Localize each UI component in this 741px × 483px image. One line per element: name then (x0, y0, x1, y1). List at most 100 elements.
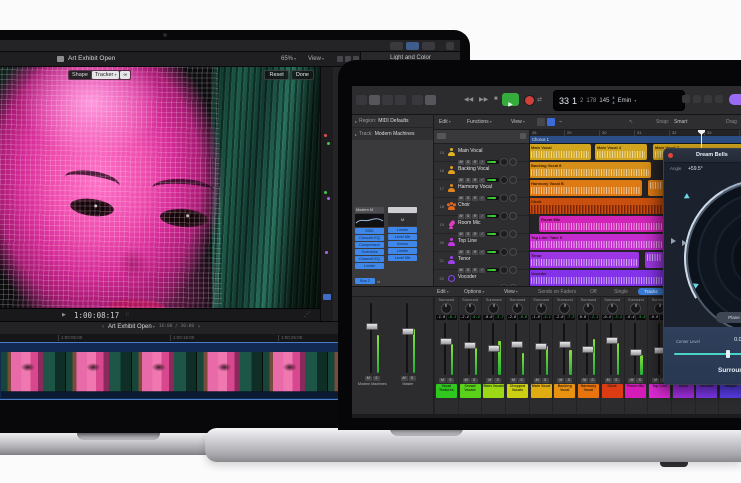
solo-button[interactable]: S (408, 376, 416, 381)
inspector-layout-icon[interactable] (422, 41, 435, 50)
plugin-slot[interactable]: Level Mtr (388, 255, 417, 261)
volume-fader[interactable] (602, 321, 622, 377)
mixer-channel[interactable]: MS Master (398, 300, 418, 386)
solo-button[interactable]: S (636, 378, 644, 383)
mixer-channel[interactable]: Surround 0.0 -2.1 MS Harmony Vocal (576, 297, 600, 414)
mute-button[interactable]: M (533, 378, 541, 383)
audio-region[interactable]: Harmony Vocal B (529, 179, 642, 196)
grid-tool-icon[interactable] (537, 118, 545, 126)
chevron-down-icon[interactable]: ▾ (634, 98, 636, 103)
mute-button[interactable]: M (628, 378, 636, 383)
forward-icon[interactable]: ▶▶ (479, 96, 488, 103)
pan-knob[interactable] (606, 303, 618, 314)
mixer-channel[interactable]: Surround -2.8 -8.8 MS Chopped Vocals (505, 297, 529, 414)
solo-button[interactable]: S (588, 378, 596, 383)
pan-knob[interactable] (488, 303, 500, 314)
timeline-layout-icon[interactable] (406, 41, 419, 50)
inspector-toggle-icon[interactable] (369, 95, 380, 105)
volume-fader[interactable] (484, 321, 504, 377)
stop-icon[interactable]: ■ (494, 96, 498, 102)
track-zoom-icon[interactable] (520, 133, 526, 140)
master-pill[interactable] (729, 94, 741, 105)
keyframe-dot-green[interactable] (324, 190, 327, 194)
mixer-channel[interactable]: Surround -6.4 -9.8 MS Room Mic (623, 297, 648, 414)
setting-box[interactable] (388, 207, 417, 213)
bus-send[interactable]: Bus 2 (355, 278, 375, 284)
plugin-slot[interactable]: Limiter (388, 248, 417, 254)
tracker-dropdown[interactable]: Tracker (91, 70, 120, 79)
mixer-channel[interactable]: Surround -1.8 -4.1 MS Main Vocal (528, 297, 553, 414)
pan-knob[interactable] (440, 303, 452, 314)
mixer-edit-menu[interactable]: Edit (437, 289, 449, 295)
audio-region[interactable]: Room Mic (539, 215, 664, 232)
solo-button[interactable]: S (541, 378, 549, 383)
mixer-channel[interactable]: Surround -0.8 -3.7 MS Main Vocals (481, 297, 505, 414)
audio-region[interactable]: Main Vocal 4 (595, 143, 647, 160)
pan-knob[interactable] (559, 303, 571, 314)
mixer-channel[interactable]: Surround -2.6 -7.2 MS Backing Vocal (552, 297, 576, 414)
plugin-window[interactable]: Dream Bells Angle +59.5° Diversity Plane… (663, 148, 741, 385)
zoom-level-dropdown[interactable]: 65% (281, 56, 296, 62)
mute-button[interactable]: M (400, 376, 408, 381)
mixer-channel[interactable]: Surround -2.4 -9.4 MS Crowd Vocals (457, 297, 482, 414)
browser-icon[interactable] (704, 95, 712, 103)
keyframe-dot-purple[interactable] (325, 250, 328, 254)
pan-knob[interactable] (500, 284, 508, 286)
lcd-display[interactable]: 33 1 2 178 145 44 Emin ▾ (553, 90, 685, 111)
audio-region[interactable]: Choir (529, 197, 664, 214)
mute-button[interactable]: M (509, 378, 517, 383)
solo-button[interactable]: S (565, 378, 573, 383)
close-icon[interactable] (668, 153, 673, 158)
shape-button[interactable]: Shape (69, 70, 91, 79)
slider-handle[interactable] (726, 350, 730, 358)
sends-off-value[interactable]: Off (590, 289, 597, 295)
plugin-slot[interactable]: MIDI (355, 228, 384, 234)
solo-button[interactable]: S (470, 378, 478, 383)
overlay-icon[interactable] (337, 56, 343, 63)
timeline-project-dropdown[interactable]: Art Exhibit Open (108, 324, 155, 330)
reset-button[interactable]: Reset (264, 69, 289, 80)
catch-playhead-icon[interactable] (547, 118, 555, 126)
expand-icon[interactable] (304, 311, 310, 318)
region-inspector-header[interactable]: ▸ Region: MIDI Defaults (352, 115, 433, 128)
plugin-slot[interactable]: Overdrive (355, 249, 384, 255)
note-pads-icon[interactable] (693, 95, 701, 103)
list-editors-icon[interactable] (682, 95, 690, 103)
mute-button[interactable]: M (604, 378, 612, 383)
audio-region[interactable]: Top Line: Take 5 (529, 233, 664, 250)
mute-box[interactable]: M (388, 214, 417, 226)
pointer-tool-icon[interactable]: ↖ (629, 119, 633, 125)
pan-knob[interactable] (535, 303, 547, 314)
keyframe-dot-purple[interactable] (327, 196, 330, 200)
plugin-slot[interactable]: Limiter (355, 263, 384, 269)
solo-button[interactable]: S (494, 378, 502, 383)
play-icon[interactable] (62, 312, 66, 318)
link-icon[interactable] (120, 70, 131, 79)
solo-button[interactable]: S (372, 376, 380, 381)
solo-button[interactable]: S (446, 378, 454, 383)
mixer-toggle-icon[interactable] (382, 95, 393, 105)
panel-toggle-icon[interactable] (323, 293, 331, 300)
record-button[interactable] (524, 95, 535, 106)
share-icon[interactable] (446, 41, 454, 50)
plugin-slot[interactable]: Level Mtr (388, 234, 417, 240)
keyframe-dot-red[interactable] (324, 133, 327, 137)
volume-fader[interactable] (436, 321, 456, 377)
mute-button[interactable]: M (557, 378, 565, 383)
pan-knob[interactable] (582, 303, 594, 314)
play-button[interactable] (502, 93, 519, 106)
browser-layout-icon[interactable] (390, 41, 403, 50)
functions-menu[interactable]: Functions (467, 119, 492, 125)
help-icon[interactable] (715, 95, 723, 103)
solo-button[interactable]: S (612, 378, 620, 383)
mute-button[interactable]: M (580, 378, 588, 383)
plugin-slot[interactable]: Console EQ (355, 235, 384, 241)
fcp-viewer[interactable]: Shape Tracker Reset Done (0, 66, 320, 308)
plane-button[interactable]: Plane (716, 312, 741, 323)
plugin-titlebar[interactable]: Dream Bells (664, 149, 741, 163)
mixer-channel[interactable]: Surround -0.4 -3.4 MS Choir (599, 297, 624, 414)
mixer-view-menu[interactable]: View (504, 289, 518, 295)
audio-region[interactable]: Backing Vocal 8 (529, 161, 651, 178)
loops-icon[interactable] (425, 95, 436, 105)
volume-fader[interactable] (578, 321, 598, 377)
